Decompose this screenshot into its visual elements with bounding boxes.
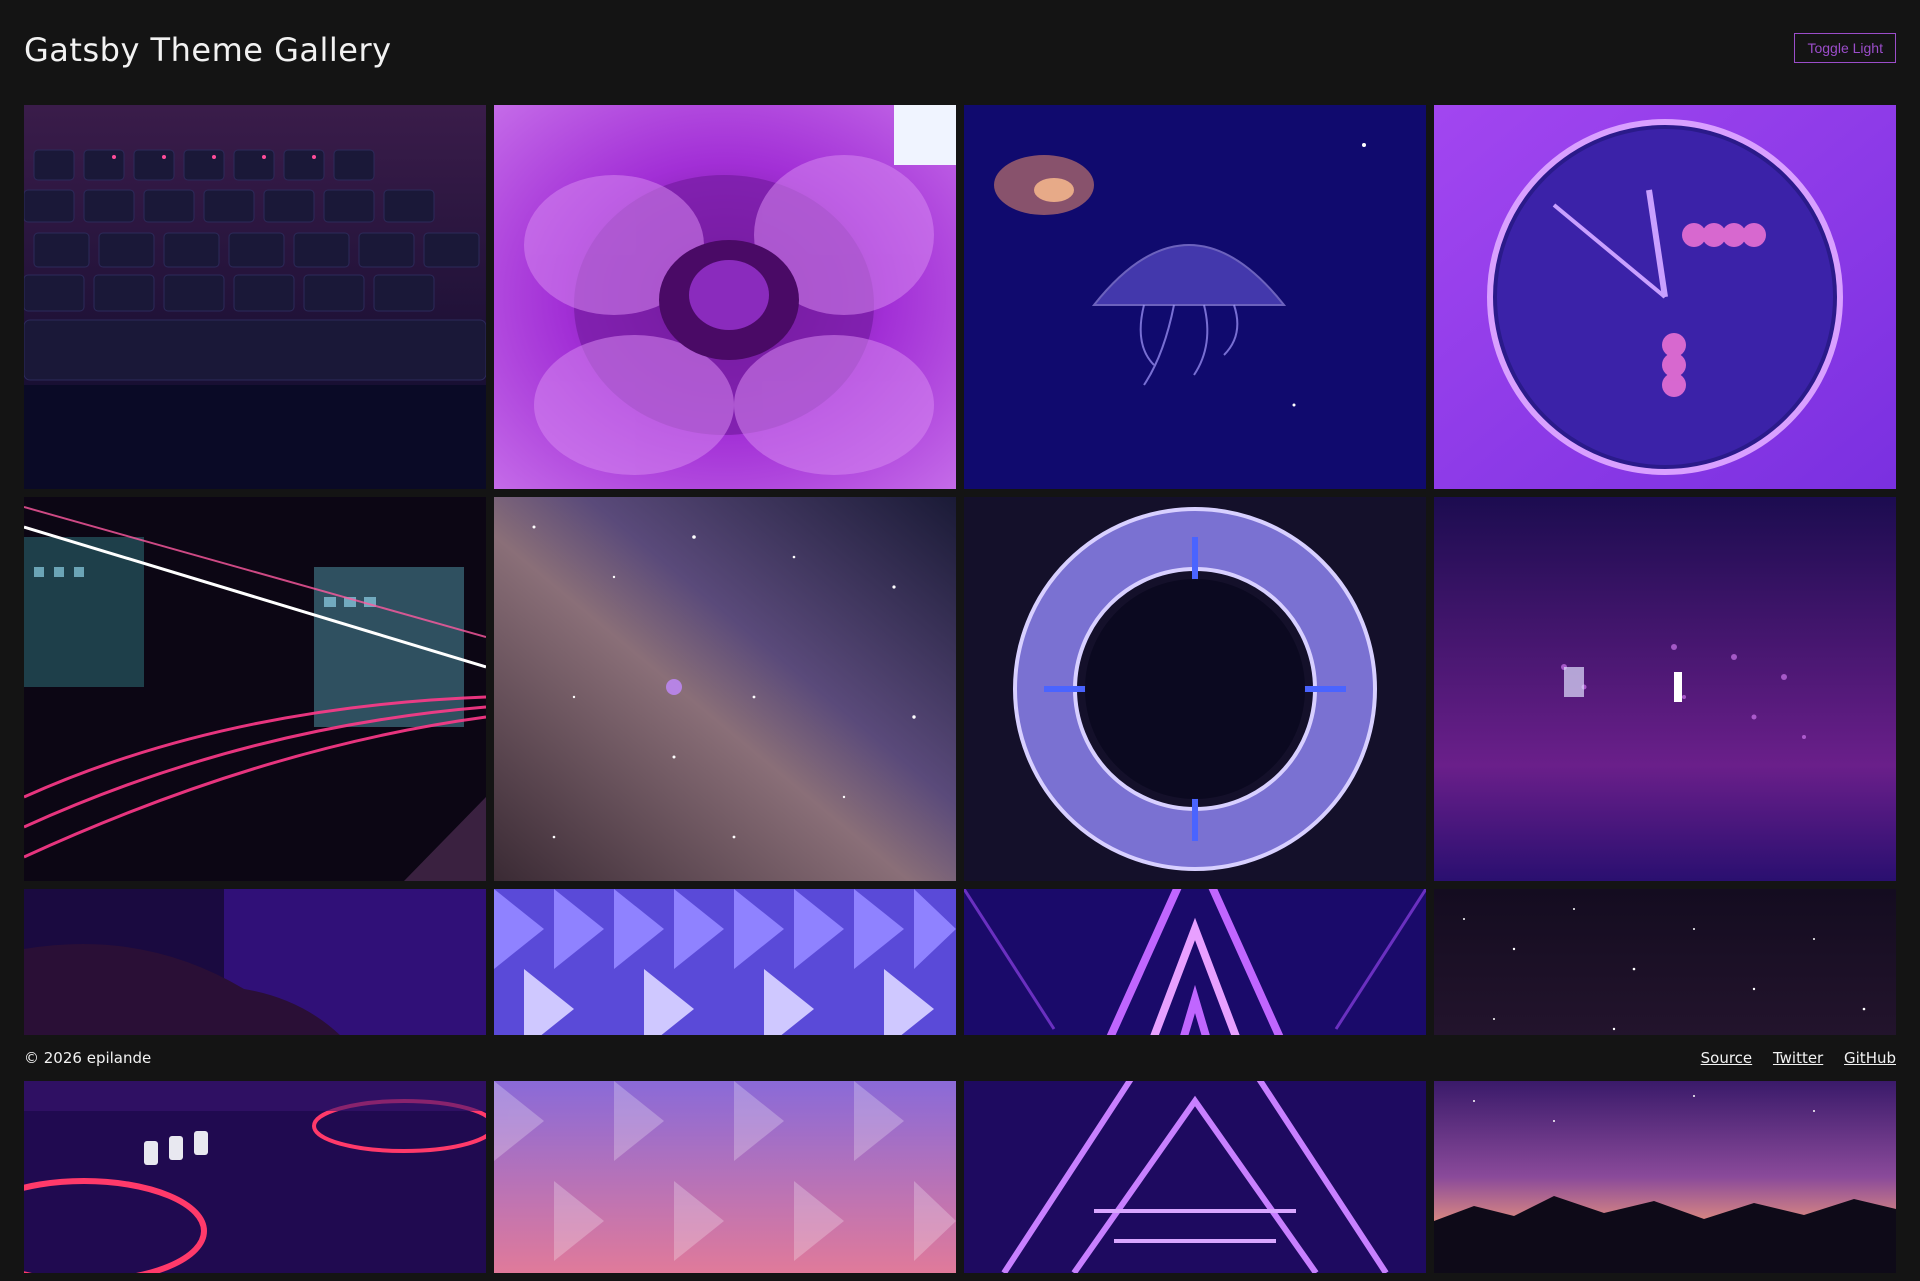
faceted-dome-pink-photo-icon: [494, 1081, 956, 1273]
flower-photo-icon: [494, 105, 956, 489]
gallery-tile-dj-hand[interactable]: [24, 889, 486, 1035]
site-title: Gatsby Theme Gallery: [24, 31, 392, 69]
gallery-tile-rainy-window[interactable]: [1434, 497, 1896, 881]
gallery-tile-sunset-mountains[interactable]: [1434, 1081, 1896, 1273]
light-trails-photo-icon: [24, 497, 486, 881]
gallery-tile-clock[interactable]: [1434, 105, 1896, 489]
starry-sky-photo-icon: [1434, 889, 1896, 1035]
gallery-tile-neon-tunnel[interactable]: [964, 889, 1426, 1035]
sunset-mountains-photo-icon: [1434, 1081, 1896, 1273]
footer-links: Source Twitter GitHub: [1685, 1049, 1896, 1067]
rainy-window-photo-icon: [1434, 497, 1896, 881]
gallery-tile-flower[interactable]: [494, 105, 956, 489]
gallery-tile-faceted-dome-pink[interactable]: [494, 1081, 956, 1273]
milky-way-photo-icon: [494, 497, 956, 881]
dj-turntable-photo-icon: [24, 1081, 486, 1273]
footer-link-source[interactable]: Source: [1701, 1049, 1753, 1067]
geometric-structure-photo-icon: [964, 497, 1426, 881]
neon-triangle-tunnel-photo-icon: [964, 889, 1426, 1035]
toggle-light-button[interactable]: Toggle Light: [1794, 33, 1896, 63]
gallery-tile-faceted-dome[interactable]: [494, 889, 956, 1035]
site-header: Gatsby Theme Gallery Toggle Light: [24, 0, 1896, 100]
dj-hand-photo-icon: [24, 889, 486, 1035]
neon-triangle-corridor-photo-icon: [964, 1081, 1426, 1273]
gallery-tile-milky-way[interactable]: [494, 497, 956, 881]
gallery-row-4: [24, 1081, 1896, 1273]
gallery-tile-geometric[interactable]: [964, 497, 1426, 881]
gallery-tile-keyboard[interactable]: [24, 105, 486, 489]
site-footer: © 2026 epilande Source Twitter GitHub: [24, 1035, 1896, 1081]
gallery-tile-starry-sky[interactable]: [1434, 889, 1896, 1035]
gallery-tile-dj-turntable[interactable]: [24, 1081, 486, 1273]
gallery-row-3: [24, 889, 1896, 1035]
copyright-text: © 2026 epilande: [24, 1049, 152, 1067]
jellyfish-photo-icon: [964, 105, 1426, 489]
footer-link-twitter[interactable]: Twitter: [1773, 1049, 1823, 1067]
gallery-grid: [24, 105, 1896, 881]
clock-photo-icon: [1434, 105, 1896, 489]
gallery-tile-neon-corridor[interactable]: [964, 1081, 1426, 1273]
keyboard-photo-icon: [24, 105, 486, 489]
footer-link-github[interactable]: GitHub: [1844, 1049, 1896, 1067]
gallery-tile-jellyfish[interactable]: [964, 105, 1426, 489]
gallery-tile-light-trails[interactable]: [24, 497, 486, 881]
faceted-dome-photo-icon: [494, 889, 956, 1035]
